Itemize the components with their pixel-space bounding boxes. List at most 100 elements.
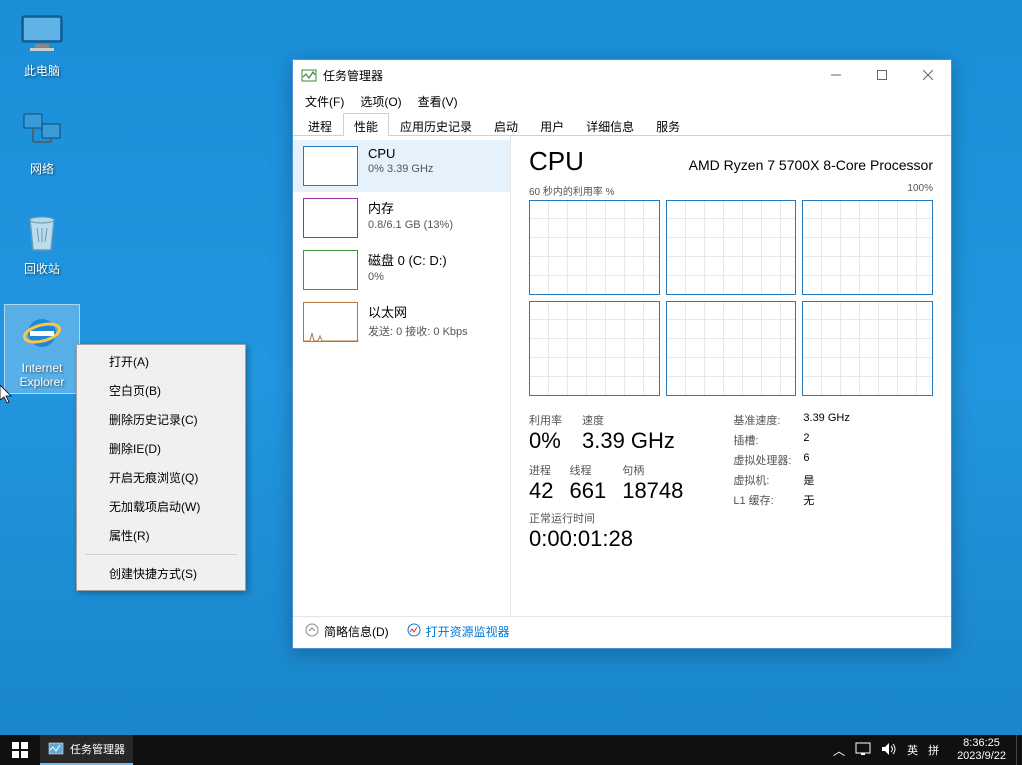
desktop-icon-recycle-bin[interactable]: 回收站 [4, 208, 80, 277]
taskbar-app-label: 任务管理器 [70, 741, 125, 757]
tab-app-history[interactable]: 应用历史记录 [389, 113, 483, 136]
desktop-icon-this-pc[interactable]: 此电脑 [4, 10, 80, 79]
desktop-icon-label: 回收站 [4, 260, 80, 277]
tab-performance[interactable]: 性能 [343, 113, 389, 136]
desktop-icon-label: 此电脑 [4, 62, 80, 79]
resource-monitor-link[interactable]: 打开资源监视器 [407, 623, 510, 640]
menu-create-shortcut[interactable]: 创建快捷方式(S) [79, 559, 243, 588]
sidebar-cpu-detail: 0% 3.39 GHz [368, 163, 433, 175]
show-desktop-button[interactable] [1016, 735, 1022, 765]
minimize-button[interactable] [813, 60, 859, 90]
tray-network-icon[interactable] [855, 742, 871, 759]
main-panel: CPU AMD Ryzen 7 5700X 8-Core Processor 6… [511, 136, 951, 616]
sidebar-eth-title: 以太网 [368, 302, 468, 321]
uptime-value: 0:00:01:28 [529, 526, 683, 552]
sidebar-mem-detail: 0.8/6.1 GB (13%) [368, 219, 453, 231]
tab-users[interactable]: 用户 [529, 113, 575, 136]
logical-v: 6 [803, 452, 809, 468]
titlebar[interactable]: 任务管理器 [293, 60, 951, 90]
sidebar-mem-title: 内存 [368, 198, 453, 217]
ie-icon [18, 309, 66, 357]
sidebar-disk-detail: 0% [368, 271, 447, 283]
start-button[interactable] [0, 735, 40, 765]
base-v: 3.39 GHz [803, 412, 849, 428]
sidebar-memory[interactable]: 内存 0.8/6.1 GB (13%) [293, 192, 510, 244]
system-tray[interactable]: ︿ 英 拼 [825, 742, 947, 759]
stats: 利用率0% 速度3.39 GHz 进程42 线程661 句柄18748 正常运行… [529, 412, 933, 552]
cpu-chart-3[interactable] [529, 301, 660, 396]
taskbar-taskmgr[interactable]: 任务管理器 [40, 735, 133, 765]
util-value: 0% [529, 428, 562, 454]
tab-processes[interactable]: 进程 [297, 113, 343, 136]
tab-startup[interactable]: 启动 [483, 113, 529, 136]
menu-blank-page[interactable]: 空白页(B) [79, 376, 243, 405]
cursor-icon [0, 385, 16, 410]
desktop-icon-network[interactable]: 网络 [4, 108, 80, 177]
menu-open[interactable]: 打开(A) [79, 347, 243, 376]
maximize-button[interactable] [859, 60, 905, 90]
speed-value: 3.39 GHz [582, 428, 675, 454]
cpu-chart-1[interactable] [666, 200, 797, 295]
chart-label-right: 100% [907, 183, 933, 198]
speed-label: 速度 [582, 412, 675, 428]
l1-k: L1 缓存: [733, 492, 803, 508]
menu-view[interactable]: 查看(V) [410, 90, 466, 112]
hnd-label: 句柄 [622, 462, 683, 478]
cpu-chart-4[interactable] [666, 301, 797, 396]
tray-chevron-icon[interactable]: ︿ [833, 742, 845, 759]
logical-k: 虚拟处理器: [733, 452, 803, 468]
desktop-icon-label: Internet Explorer [7, 361, 77, 389]
fewer-details-button[interactable]: 简略信息(D) [305, 623, 389, 640]
sidebar-cpu[interactable]: CPU 0% 3.39 GHz [293, 140, 510, 192]
taskbar-clock[interactable]: 8:36:25 2023/9/22 [947, 737, 1016, 763]
tray-volume-icon[interactable] [881, 742, 897, 759]
tab-services[interactable]: 服务 [645, 113, 691, 136]
cpu-title: CPU [529, 146, 584, 177]
cpu-name: AMD Ryzen 7 5700X 8-Core Processor [614, 157, 933, 173]
menu-inprivate[interactable]: 开启无痕浏览(Q) [79, 463, 243, 492]
content: CPU 0% 3.39 GHz 内存 0.8/6.1 GB (13%) 磁盘 0 (… [293, 136, 951, 616]
footer: 简略信息(D) 打开资源监视器 [293, 616, 951, 646]
sockets-k: 插槽: [733, 432, 803, 448]
sidebar-disk[interactable]: 磁盘 0 (C: D:)0% [293, 244, 510, 296]
desktop-icon-label: 网络 [4, 160, 80, 177]
util-label: 利用率 [529, 412, 562, 428]
tabs: 进程 性能 应用历史记录 启动 用户 详细信息 服务 [293, 112, 951, 136]
close-button[interactable] [905, 60, 951, 90]
sidebar-cpu-title: CPU [368, 146, 433, 161]
task-manager-window: 任务管理器 文件(F) 选项(O) 查看(V) 进程 性能 应用历史记录 启动 … [292, 59, 952, 649]
menu-delete-ie[interactable]: 删除IE(D) [79, 434, 243, 463]
cpu-chart-5[interactable] [802, 301, 933, 396]
tray-ime-lang[interactable]: 英 [907, 742, 918, 758]
tray-ime-mode[interactable]: 拼 [928, 742, 939, 758]
cpu-charts [529, 200, 933, 396]
sidebar-ethernet[interactable]: 以太网发送: 0 接收: 0 Kbps [293, 296, 510, 348]
taskmgr-icon [48, 740, 64, 759]
sidebar-eth-detail: 发送: 0 接收: 0 Kbps [368, 323, 468, 339]
ethernet-thumb [303, 302, 358, 342]
chevron-up-icon [305, 623, 319, 640]
tab-details[interactable]: 详细信息 [575, 113, 645, 136]
taskbar[interactable]: 任务管理器 ︿ 英 拼 8:36:25 2023/9/22 [0, 735, 1022, 765]
menu-file[interactable]: 文件(F) [297, 90, 352, 112]
menubar: 文件(F) 选项(O) 查看(V) [293, 90, 951, 112]
cpu-chart-2[interactable] [802, 200, 933, 295]
cpu-chart-0[interactable] [529, 200, 660, 295]
context-menu: 打开(A) 空白页(B) 删除历史记录(C) 删除IE(D) 开启无痕浏览(Q)… [76, 344, 246, 591]
monitor-icon [407, 623, 421, 640]
menu-properties[interactable]: 属性(R) [79, 521, 243, 550]
clock-time: 8:36:25 [957, 737, 1006, 750]
thr-value: 661 [569, 478, 606, 504]
window-title: 任务管理器 [323, 67, 813, 84]
menu-options[interactable]: 选项(O) [352, 90, 409, 112]
menu-no-addons[interactable]: 无加载项启动(W) [79, 492, 243, 521]
memory-thumb [303, 198, 358, 238]
menu-delete-history[interactable]: 删除历史记录(C) [79, 405, 243, 434]
network-icon [18, 108, 66, 156]
virt-v: 是 [803, 472, 814, 488]
uptime-label: 正常运行时间 [529, 510, 683, 526]
base-k: 基准速度: [733, 412, 803, 428]
desktop-icon-ie[interactable]: Internet Explorer [4, 304, 80, 394]
menu-separator [85, 554, 237, 555]
proc-label: 进程 [529, 462, 553, 478]
